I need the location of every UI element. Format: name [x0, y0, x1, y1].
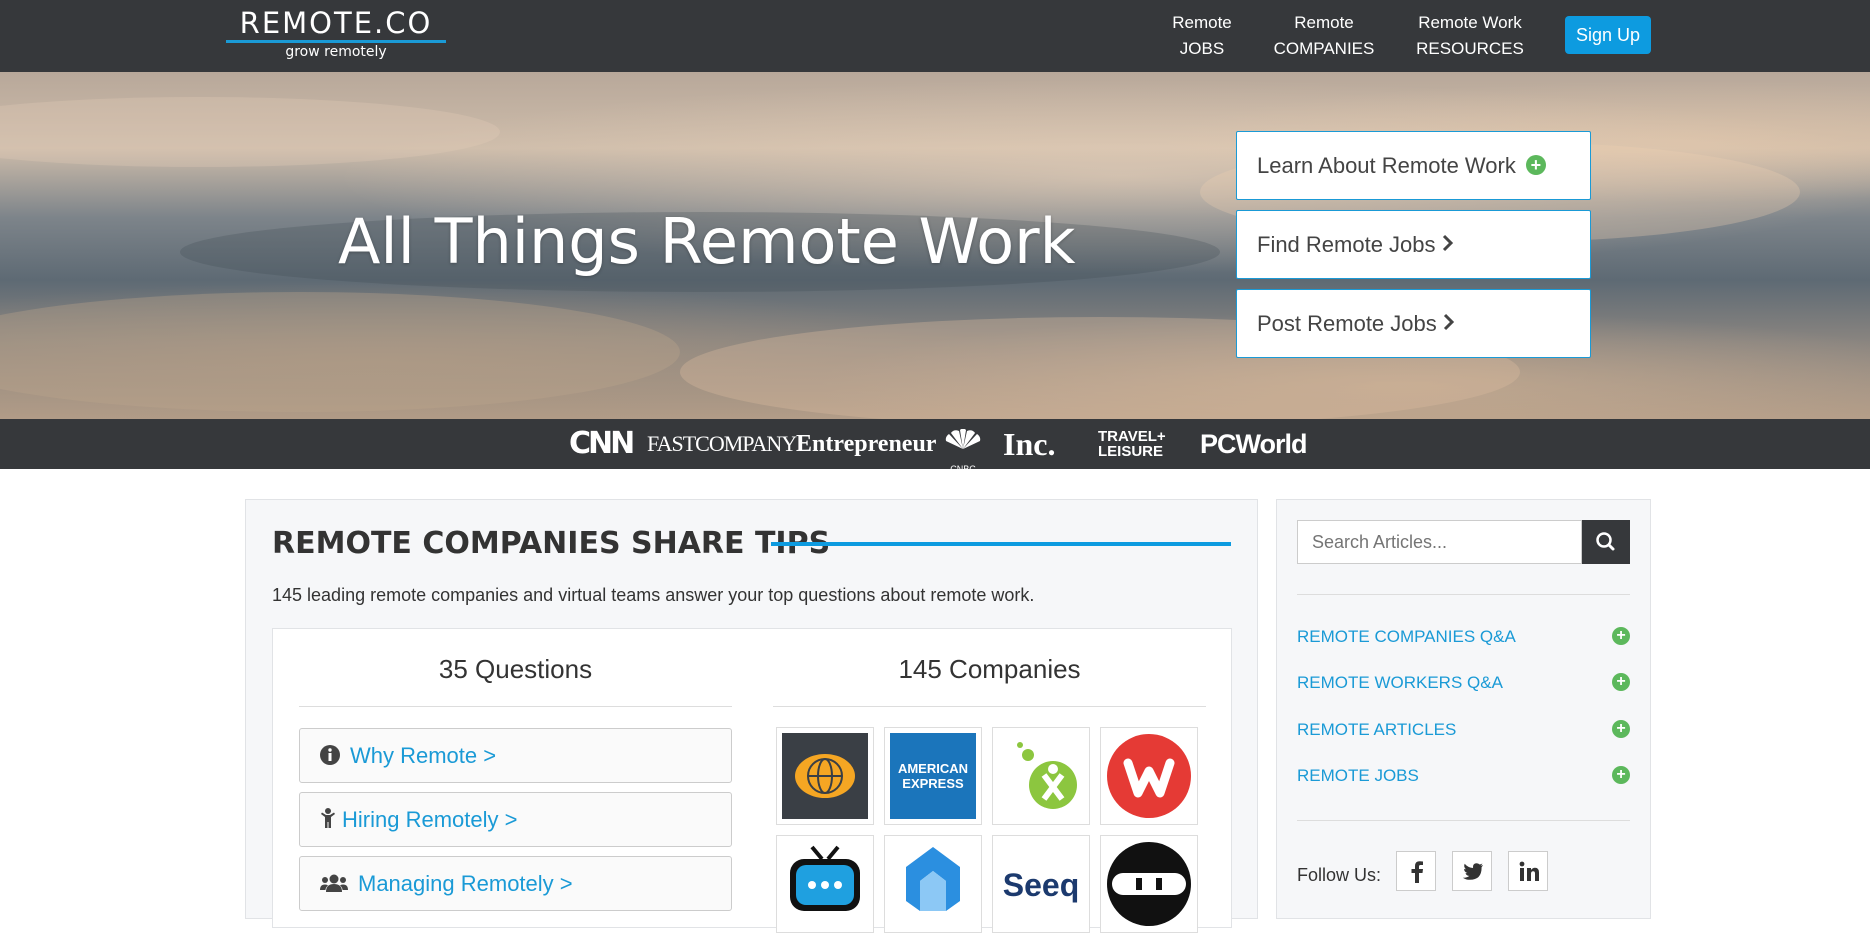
hero-banner: All Things Remote Work Learn About Remot… — [0, 72, 1870, 419]
sidebar-link-label: REMOTE JOBS — [1297, 766, 1419, 785]
sidebar: REMOTE COMPANIES Q&A + REMOTE WORKERS Q&A… — [1276, 499, 1651, 919]
sidebar-link-articles[interactable]: REMOTE ARTICLES + — [1297, 719, 1630, 741]
button-label: Post Remote Jobs — [1257, 311, 1437, 336]
company-logo-ninja[interactable] — [1100, 835, 1198, 933]
post-remote-jobs-button[interactable]: Post Remote Jobs — [1236, 289, 1591, 358]
entrepreneur-logo: Entrepreneur — [796, 431, 937, 457]
blue-tv-chat-logo — [782, 841, 868, 927]
plus-circle-icon: + — [1612, 766, 1630, 784]
facebook-button[interactable] — [1396, 851, 1436, 891]
sidebar-link-label: REMOTE ARTICLES — [1297, 720, 1457, 739]
ninja-logo — [1106, 841, 1192, 927]
site-logo[interactable]: REMOTE.CO grow remotely — [226, 6, 446, 60]
globe-planet-logo — [782, 733, 868, 819]
company-logo-seeq[interactable]: Seeq — [992, 835, 1090, 933]
search-button[interactable] — [1582, 520, 1630, 564]
companies-heading: 145 Companies — [898, 654, 1081, 684]
twitter-icon — [1462, 863, 1483, 880]
plus-circle-icon: + — [1525, 155, 1546, 176]
company-logo-green-figure[interactable] — [992, 727, 1090, 825]
learn-about-remote-work-button[interactable]: Learn About Remote Work + — [1236, 131, 1591, 200]
logo-tagline: grow remotely — [285, 44, 387, 60]
search-articles-input[interactable] — [1297, 520, 1582, 564]
hero-title: All Things Remote Work — [338, 205, 1076, 278]
nav-label-bottom: COMPANIES — [1273, 39, 1375, 58]
cnbc-logo: CNBC — [943, 428, 983, 474]
fast-company-logo: FASTCOMPANY — [647, 431, 797, 456]
linkedin-button[interactable] — [1508, 851, 1548, 891]
sidebar-divider-bottom — [1297, 820, 1630, 821]
nav-remote-companies[interactable]: Remote COMPANIES — [1268, 10, 1380, 62]
nav-remote-jobs[interactable]: Remote JOBS — [1160, 10, 1244, 62]
sidebar-link-label: REMOTE WORKERS Q&A — [1297, 673, 1503, 692]
section-description: 145 leading remote companies and virtual… — [272, 585, 1035, 605]
company-logo-blue-shape[interactable] — [884, 835, 982, 933]
company-logo-red-w[interactable] — [1100, 727, 1198, 825]
child-figure-icon — [320, 795, 336, 848]
inc-logo: Inc. — [1003, 426, 1056, 462]
button-label: Learn About Remote Work — [1257, 153, 1516, 178]
sidebar-divider-top — [1297, 594, 1630, 595]
nav-remote-work-resources[interactable]: Remote Work RESOURCES — [1405, 10, 1535, 62]
nav-label-top: Remote Work — [1418, 13, 1522, 32]
nav-label-bottom: RESOURCES — [1416, 39, 1524, 58]
company-logo-amex[interactable]: AMERICAN EXPRESS — [884, 727, 982, 825]
question-label: Hiring Remotely > — [342, 807, 518, 832]
seeq-logo: Seeq — [1002, 867, 1080, 903]
plus-circle-icon: + — [1612, 720, 1630, 738]
info-circle-icon — [320, 731, 340, 784]
red-w-logo — [1106, 733, 1192, 819]
company-logo-globe[interactable] — [776, 727, 874, 825]
managing-remotely-button[interactable]: Managing Remotely > — [299, 856, 732, 911]
plus-circle-icon: + — [1612, 627, 1630, 645]
section-title-rule — [771, 542, 1231, 546]
question-label: Managing Remotely > — [358, 871, 573, 896]
press-logos-bar: CNN FASTCOMPANY Entrepreneur CNBC Inc. T… — [0, 419, 1870, 474]
logo-underline — [226, 40, 446, 43]
top-navbar: REMOTE.CO grow remotely Remote JOBS Remo… — [0, 0, 1870, 72]
logo-text: REMOTE.CO — [239, 6, 433, 40]
questions-divider — [299, 706, 732, 707]
green-figure-logo — [998, 733, 1084, 819]
remote-companies-tips-panel: REMOTE COMPANIES SHARE TIPS 145 leading … — [245, 499, 1258, 933]
sidebar-link-jobs[interactable]: REMOTE JOBS + — [1297, 765, 1630, 787]
peacock-icon — [945, 428, 981, 449]
travel-leisure-logo: TRAVEL+ LEISURE — [1098, 428, 1166, 460]
nav-label-top: Remote — [1294, 13, 1354, 32]
find-remote-jobs-button[interactable]: Find Remote Jobs — [1236, 210, 1591, 279]
linkedin-icon — [1519, 861, 1539, 881]
button-label: Find Remote Jobs — [1257, 232, 1436, 257]
plus-circle-icon: + — [1612, 673, 1630, 691]
sidebar-link-workers-qa[interactable]: REMOTE WORKERS Q&A + — [1297, 672, 1630, 694]
chevron-right-icon — [1442, 211, 1454, 278]
blue-shape-logo — [890, 841, 976, 927]
chevron-right-icon — [1443, 290, 1455, 357]
pcworld-logo: PCWorld — [1200, 429, 1307, 459]
sidebar-link-label: REMOTE COMPANIES Q&A — [1297, 627, 1516, 646]
users-icon — [320, 859, 348, 912]
twitter-button[interactable] — [1452, 851, 1492, 891]
sign-up-button[interactable]: Sign Up — [1565, 16, 1651, 54]
cnbc-wordmark: CNBC — [950, 464, 976, 474]
companies-divider — [773, 706, 1206, 707]
sidebar-link-companies-qa[interactable]: REMOTE COMPANIES Q&A + — [1297, 626, 1630, 648]
american-express-logo: AMERICAN EXPRESS — [890, 733, 976, 819]
company-logo-tv-chat[interactable] — [776, 835, 874, 933]
nav-label-top: Remote — [1172, 13, 1232, 32]
search-icon — [1596, 532, 1615, 551]
questions-companies-card: 35 Questions 145 Companies Why Remote > … — [272, 628, 1232, 933]
follow-us-label: Follow Us: — [1297, 865, 1382, 885]
section-title: REMOTE COMPANIES SHARE TIPS — [272, 526, 831, 561]
facebook-icon — [1411, 861, 1423, 883]
questions-heading: 35 Questions — [438, 654, 593, 684]
nav-label-bottom: JOBS — [1179, 39, 1225, 58]
hiring-remotely-button[interactable]: Hiring Remotely > — [299, 792, 732, 847]
why-remote-button[interactable]: Why Remote > — [299, 728, 732, 783]
cnn-logo: CNN — [569, 426, 635, 461]
question-label: Why Remote > — [350, 743, 497, 768]
